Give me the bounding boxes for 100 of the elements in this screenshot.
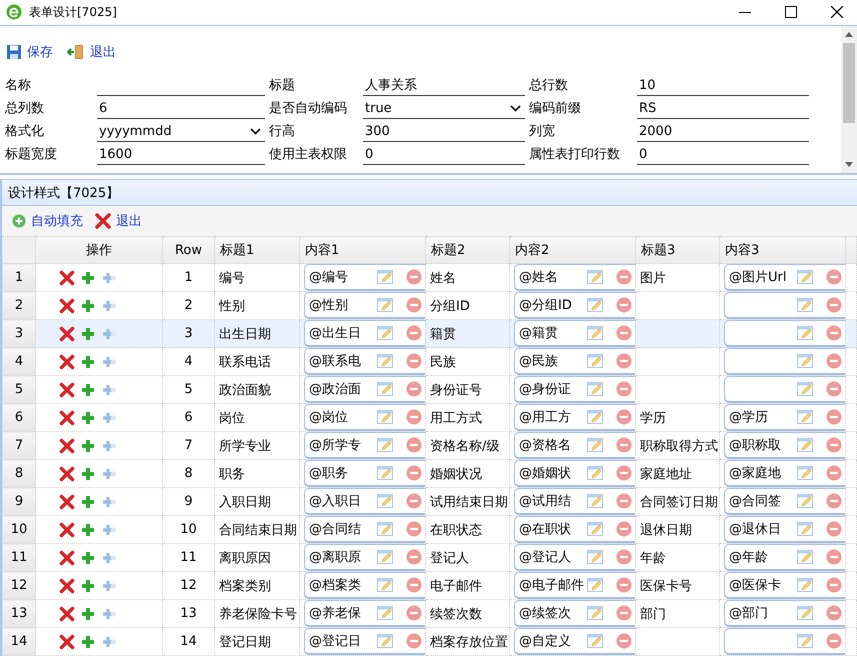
delete-icon[interactable] xyxy=(59,382,75,398)
delete-icon[interactable] xyxy=(59,494,75,510)
minus-circle-icon[interactable] xyxy=(616,325,632,341)
minus-circle-icon[interactable] xyxy=(616,381,632,397)
content-field[interactable] xyxy=(724,628,845,655)
minus-circle-icon[interactable] xyxy=(616,493,632,509)
edit-pencil-icon[interactable] xyxy=(587,381,604,397)
input-field[interactable]: 10 xyxy=(637,76,809,96)
content-field[interactable]: @合同签 xyxy=(724,488,845,515)
content-field[interactable]: @职称取 xyxy=(724,432,845,459)
delete-icon[interactable] xyxy=(59,354,75,370)
content-field[interactable]: @养老保 xyxy=(304,600,425,627)
edit-pencil-icon[interactable] xyxy=(587,493,604,509)
minus-circle-icon[interactable] xyxy=(826,493,842,509)
edit-pencil-icon[interactable] xyxy=(587,297,604,313)
content-field[interactable]: @自定义 xyxy=(514,628,635,655)
edit-pencil-icon[interactable] xyxy=(587,633,604,649)
delete-icon[interactable] xyxy=(59,438,75,454)
edit-pencil-icon[interactable] xyxy=(797,633,814,649)
add-plus-icon[interactable] xyxy=(80,466,96,482)
edit-pencil-icon[interactable] xyxy=(587,325,604,341)
add-plus-icon[interactable] xyxy=(80,354,96,370)
column-header[interactable]: 标题1 xyxy=(214,236,300,264)
delete-icon[interactable] xyxy=(59,522,75,538)
table-row[interactable]: 14 14 登记日期 @登记日 档案存放位置 @自定义 xyxy=(2,628,856,656)
table-row[interactable]: 2 2 性别 @性别 分组ID @分组ID xyxy=(2,292,856,320)
minus-circle-icon[interactable] xyxy=(826,381,842,397)
minus-circle-icon[interactable] xyxy=(616,633,632,649)
delete-icon[interactable] xyxy=(59,550,75,566)
row-number[interactable]: 9 xyxy=(2,488,36,516)
row-number[interactable]: 4 xyxy=(2,348,36,376)
content-field[interactable]: @年龄 xyxy=(724,544,845,571)
minus-circle-icon[interactable] xyxy=(616,297,632,313)
edit-pencil-icon[interactable] xyxy=(797,577,814,593)
content-field[interactable]: @编号 xyxy=(304,264,425,291)
edit-pencil-icon[interactable] xyxy=(587,353,604,369)
minus-circle-icon[interactable] xyxy=(826,409,842,425)
minus-circle-icon[interactable] xyxy=(826,521,842,537)
minus-circle-icon[interactable] xyxy=(406,409,422,425)
delete-icon[interactable] xyxy=(59,270,75,286)
content-field[interactable] xyxy=(724,376,845,403)
content-field[interactable]: @资格名 xyxy=(514,432,635,459)
edit-pencil-icon[interactable] xyxy=(377,437,394,453)
edit-pencil-icon[interactable] xyxy=(377,633,394,649)
minus-circle-icon[interactable] xyxy=(826,605,842,621)
minus-circle-icon[interactable] xyxy=(406,353,422,369)
minus-circle-icon[interactable] xyxy=(406,437,422,453)
edit-pencil-icon[interactable] xyxy=(797,381,814,397)
content-field[interactable]: @出生日 xyxy=(304,320,425,347)
edit-pencil-icon[interactable] xyxy=(377,493,394,509)
delete-icon[interactable] xyxy=(59,606,75,622)
edit-pencil-icon[interactable] xyxy=(797,549,814,565)
edit-pencil-icon[interactable] xyxy=(377,465,394,481)
add-plus-icon[interactable] xyxy=(80,298,96,314)
minus-circle-icon[interactable] xyxy=(616,521,632,537)
input-field[interactable]: 人事关系 xyxy=(363,76,525,96)
row-number[interactable]: 11 xyxy=(2,544,36,572)
column-header[interactable]: 操作 xyxy=(36,236,162,264)
input-field[interactable]: 0 xyxy=(363,144,525,165)
row-number[interactable]: 5 xyxy=(2,376,36,404)
content-field[interactable]: @退休日 xyxy=(724,516,845,543)
add-plus-icon[interactable] xyxy=(80,578,96,594)
content-field[interactable]: @性别 xyxy=(304,292,425,319)
content-field[interactable]: @籍贯 xyxy=(514,320,635,347)
table-row[interactable]: 5 5 政治面貌 @政治面 身份证号 @身份证 xyxy=(2,376,856,404)
edit-pencil-icon[interactable] xyxy=(377,409,394,425)
edit-pencil-icon[interactable] xyxy=(797,521,814,537)
content-field[interactable]: @姓名 xyxy=(514,264,635,291)
minus-circle-icon[interactable] xyxy=(406,549,422,565)
edit-pencil-icon[interactable] xyxy=(797,297,814,313)
minus-circle-icon[interactable] xyxy=(826,297,842,313)
content-field[interactable]: @登记人 xyxy=(514,544,635,571)
delete-icon[interactable] xyxy=(59,410,75,426)
row-number[interactable]: 3 xyxy=(2,320,36,348)
edit-pencil-icon[interactable] xyxy=(587,465,604,481)
table-row[interactable]: 10 10 合同结束日期 @合同结 在职状态 @在职状 退休日期 @退休日 xyxy=(2,516,856,544)
edit-pencil-icon[interactable] xyxy=(377,605,394,621)
row-number[interactable]: 7 xyxy=(2,432,36,460)
content-field[interactable] xyxy=(724,348,845,375)
minus-circle-icon[interactable] xyxy=(616,605,632,621)
add-plus-icon[interactable] xyxy=(80,494,96,510)
add-plus-icon[interactable] xyxy=(80,550,96,566)
content-field[interactable]: @医保卡 xyxy=(724,572,845,599)
minus-circle-icon[interactable] xyxy=(616,269,632,285)
content-field[interactable]: @家庭地 xyxy=(724,460,845,487)
dropdown-field[interactable]: true xyxy=(363,98,525,119)
content-field[interactable] xyxy=(724,292,845,319)
edit-pencil-icon[interactable] xyxy=(797,269,814,285)
toolbar-link[interactable]: 退出 xyxy=(95,212,142,230)
edit-pencil-icon[interactable] xyxy=(587,437,604,453)
content-field[interactable]: @档案类 xyxy=(304,572,425,599)
input-field[interactable]: RS xyxy=(637,98,809,119)
edit-pencil-icon[interactable] xyxy=(797,353,814,369)
minus-circle-icon[interactable] xyxy=(616,353,632,369)
edit-pencil-icon[interactable] xyxy=(377,325,394,341)
add-plus-icon[interactable] xyxy=(80,410,96,426)
minus-circle-icon[interactable] xyxy=(826,325,842,341)
content-field[interactable]: @婚姻状 xyxy=(514,460,635,487)
minus-circle-icon[interactable] xyxy=(616,549,632,565)
edit-pencil-icon[interactable] xyxy=(797,605,814,621)
